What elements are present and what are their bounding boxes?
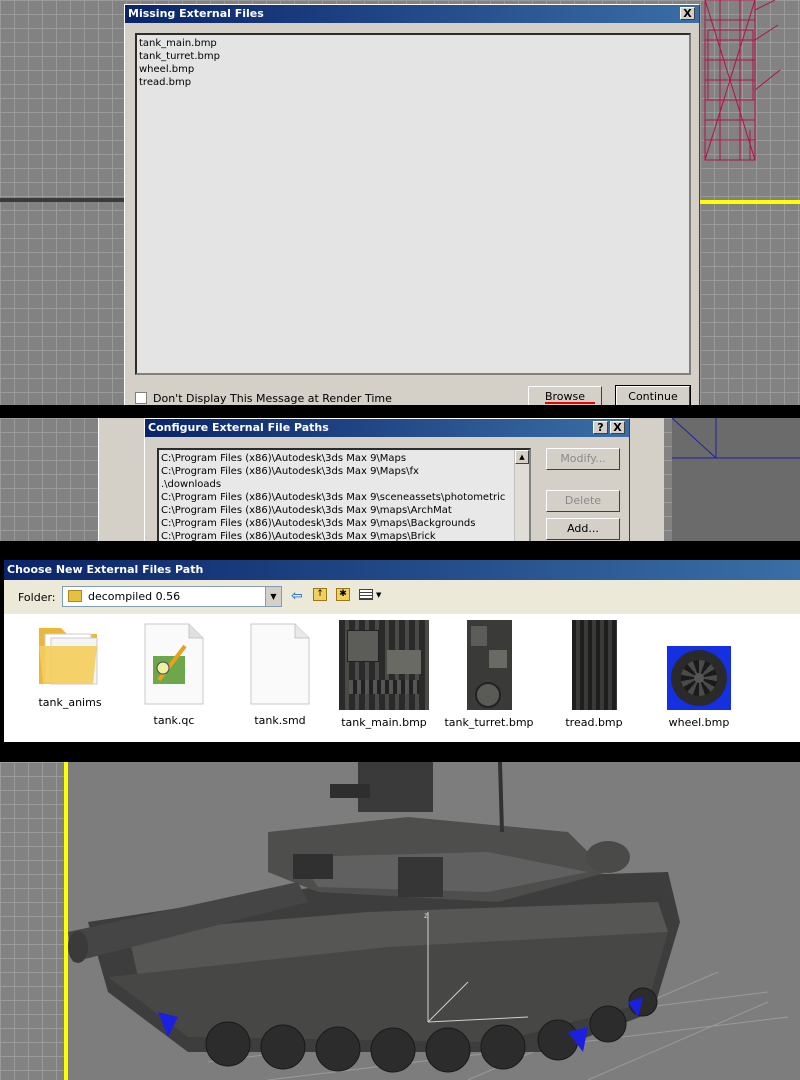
missing-files-titlebar[interactable]: Missing External Files X <box>125 5 699 23</box>
file-item-tank-turret-bmp[interactable]: tank_turret.bmp <box>434 620 544 729</box>
folder-select-value: decompiled 0.56 <box>88 590 181 603</box>
file-name: tank_main.bmp <box>341 716 427 729</box>
scrollbar[interactable]: ▲ <box>514 450 529 541</box>
file-item-tank-anims[interactable]: tank_anims <box>15 620 125 709</box>
choose-path-titlebar[interactable]: Choose New External Files Path <box>4 560 800 580</box>
list-item[interactable]: tank_main.bmp <box>139 37 687 50</box>
file-name: tank_turret.bmp <box>444 716 534 729</box>
missing-files-list[interactable]: tank_main.bmp tank_turret.bmp wheel.bmp … <box>135 33 691 375</box>
choose-path-dialog: Choose New External Files Path Folder: d… <box>4 560 800 742</box>
paths-list[interactable]: C:\Program Files (x86)\Autodesk\3ds Max … <box>157 448 531 541</box>
list-item[interactable]: C:\Program Files (x86)\Autodesk\3ds Max … <box>161 517 513 530</box>
chevron-down-icon[interactable]: ▼ <box>265 587 281 606</box>
texture-thumbnail <box>571 620 617 710</box>
configure-paths-titlebar[interactable]: Configure External File Paths ? X <box>145 419 629 437</box>
help-icon[interactable]: ? <box>593 421 608 434</box>
new-folder-icon[interactable]: ✱ <box>336 588 350 601</box>
close-icon[interactable]: X <box>680 7 695 20</box>
delete-button[interactable]: Delete <box>546 490 620 512</box>
dont-display-label: Don't Display This Message at Render Tim… <box>153 392 392 405</box>
list-item[interactable]: tank_turret.bmp <box>139 50 687 63</box>
modify-button[interactable]: Modify... <box>546 448 620 470</box>
viewport-panel-middle: Configure External File Paths ? X C:\Pro… <box>0 418 800 541</box>
texture-thumbnail <box>466 620 512 710</box>
tank-model: z <box>68 762 789 1080</box>
list-item[interactable]: C:\Program Files (x86)\Autodesk\3ds Max … <box>161 530 513 541</box>
back-arrow-icon[interactable]: ⇦ <box>291 588 303 604</box>
view-menu-icon[interactable] <box>359 589 373 600</box>
file-item-tank-qc[interactable]: tank.qc <box>119 620 229 727</box>
scroll-up-icon[interactable]: ▲ <box>515 450 529 464</box>
list-item[interactable]: C:\Program Files (x86)\Autodesk\3ds Max … <box>161 452 513 465</box>
browse-underline <box>545 402 595 404</box>
list-item[interactable]: C:\Program Files (x86)\Autodesk\3ds Max … <box>161 491 513 504</box>
viewport-active-border <box>700 200 800 204</box>
viewport-wire-line <box>672 418 800 459</box>
list-item[interactable]: C:\Program Files (x86)\Autodesk\3ds Max … <box>161 465 513 478</box>
folder-label: Folder: <box>18 591 56 604</box>
blank-file-icon <box>250 623 310 705</box>
file-name: tank.qc <box>153 714 195 727</box>
viewport-panel-top: Missing External Files X tank_main.bmp t… <box>0 0 800 405</box>
configure-paths-dialog: Configure External File Paths ? X C:\Pro… <box>144 418 630 541</box>
file-name: wheel.bmp <box>668 716 730 729</box>
list-item[interactable]: C:\Program Files (x86)\Autodesk\3ds Max … <box>161 504 513 517</box>
texture-thumbnail <box>667 646 731 710</box>
list-item[interactable]: wheel.bmp <box>139 63 687 76</box>
viewport-divider <box>0 198 130 202</box>
viewport-panel-bottom: z <box>0 762 800 1080</box>
file-name: tank_anims <box>38 696 102 709</box>
folder-icon <box>39 628 98 685</box>
file-name: tread.bmp <box>565 716 623 729</box>
dont-display-checkbox[interactable] <box>135 392 147 404</box>
svg-text:z: z <box>424 911 428 920</box>
viewport-left-grid <box>0 762 64 1080</box>
missing-files-title: Missing External Files <box>128 7 264 20</box>
close-icon[interactable]: X <box>610 421 625 434</box>
folder-select[interactable]: decompiled 0.56 ▼ <box>62 586 282 607</box>
continue-button[interactable]: Continue <box>615 385 691 405</box>
list-item[interactable]: .\downloads <box>161 478 513 491</box>
choose-path-title: Choose New External Files Path <box>7 563 204 576</box>
missing-files-dialog: Missing External Files X tank_main.bmp t… <box>124 4 700 405</box>
qc-file-icon <box>144 623 204 705</box>
file-item-wheel-bmp[interactable]: wheel.bmp <box>644 620 754 729</box>
wireframe-object <box>704 0 781 161</box>
view-menu-arrow-icon[interactable]: ▼ <box>376 591 381 599</box>
folder-icon <box>68 590 82 602</box>
file-name: tank.smd <box>254 714 306 727</box>
file-item-tank-main-bmp[interactable]: tank_main.bmp <box>329 620 439 729</box>
folder-toolbar: Folder: decompiled 0.56 ▼ ⇦ ↑ ✱ ▼ <box>4 580 800 614</box>
texture-thumbnail <box>339 620 429 710</box>
list-item[interactable]: tread.bmp <box>139 76 687 89</box>
configure-paths-title: Configure External File Paths <box>148 421 329 434</box>
up-folder-icon[interactable]: ↑ <box>313 588 327 601</box>
add-button[interactable]: Add... <box>546 518 620 540</box>
file-item-tank-smd[interactable]: tank.smd <box>225 620 335 727</box>
file-item-tread-bmp[interactable]: tread.bmp <box>539 620 649 729</box>
